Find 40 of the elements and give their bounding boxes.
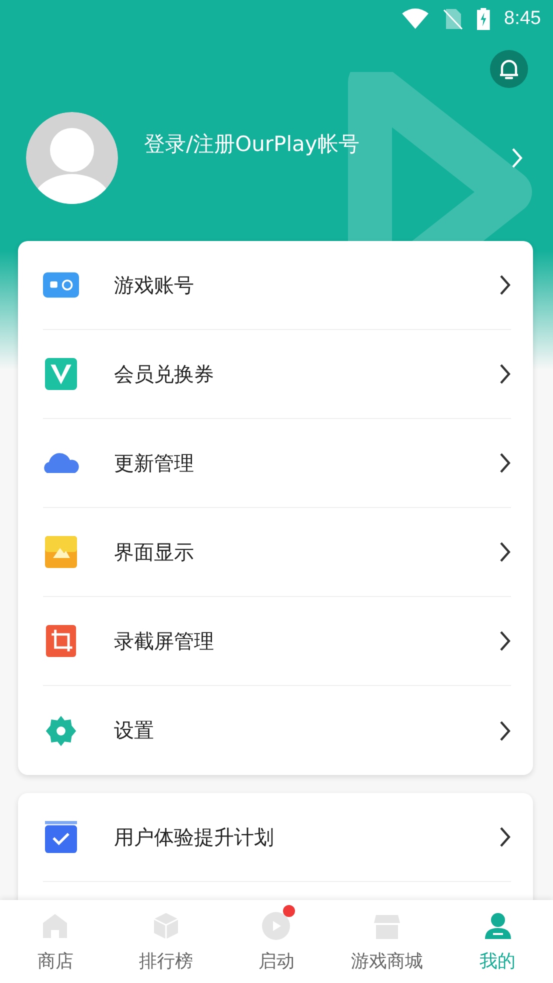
menu-item[interactable]: 更新管理 — [43, 419, 511, 508]
menu-item[interactable]: 游戏账号 — [43, 241, 511, 330]
chevron-right-icon — [499, 452, 511, 474]
menu-item[interactable]: 会员兑换券 — [43, 330, 511, 419]
nav-tab[interactable]: 启动 — [221, 900, 332, 983]
crop-icon — [43, 625, 79, 657]
menu-label: 更新管理 — [114, 450, 195, 476]
notification-dot — [283, 904, 296, 916]
voucher-icon — [43, 358, 79, 390]
menu-label: 界面显示 — [114, 538, 195, 566]
menu-item[interactable]: 用户体验提升计划 — [43, 793, 511, 882]
menu-label: 设置 — [114, 717, 155, 744]
status-time: 8:45 — [504, 8, 541, 30]
person-icon — [482, 910, 513, 940]
chevron-right-icon — [499, 541, 511, 563]
menu-item[interactable]: 设置 — [43, 686, 511, 775]
nav-tab[interactable]: 商店 — [0, 900, 111, 983]
avatar-icon[interactable] — [26, 112, 118, 204]
notification-bell-icon[interactable] — [490, 50, 528, 88]
chevron-right-icon — [499, 274, 511, 296]
menu-label: 录截屏管理 — [114, 628, 215, 654]
chevron-right-icon — [499, 826, 511, 848]
chevron-right-icon[interactable] — [511, 147, 523, 169]
menu-item[interactable]: 录截屏管理 — [43, 597, 511, 686]
checked-box-icon — [43, 821, 79, 853]
chevron-right-icon — [499, 720, 511, 742]
menu-label: 游戏账号 — [114, 272, 195, 298]
menu-label: 会员兑换券 — [114, 360, 215, 388]
no-sim-icon — [443, 8, 464, 30]
nav-tab[interactable]: 游戏商城 — [332, 900, 442, 983]
menu-item[interactable]: 界面显示 — [43, 508, 511, 597]
image-icon — [43, 536, 79, 568]
nav-tab[interactable]: 排行榜 — [110, 900, 222, 983]
menu-label: 用户体验提升计划 — [114, 824, 275, 850]
wifi-icon — [400, 8, 430, 30]
play-icon — [261, 910, 292, 940]
chevron-right-icon — [499, 363, 511, 385]
battery-charging-icon — [477, 8, 490, 30]
settings-icon — [43, 714, 79, 746]
chevron-right-icon — [499, 630, 511, 652]
